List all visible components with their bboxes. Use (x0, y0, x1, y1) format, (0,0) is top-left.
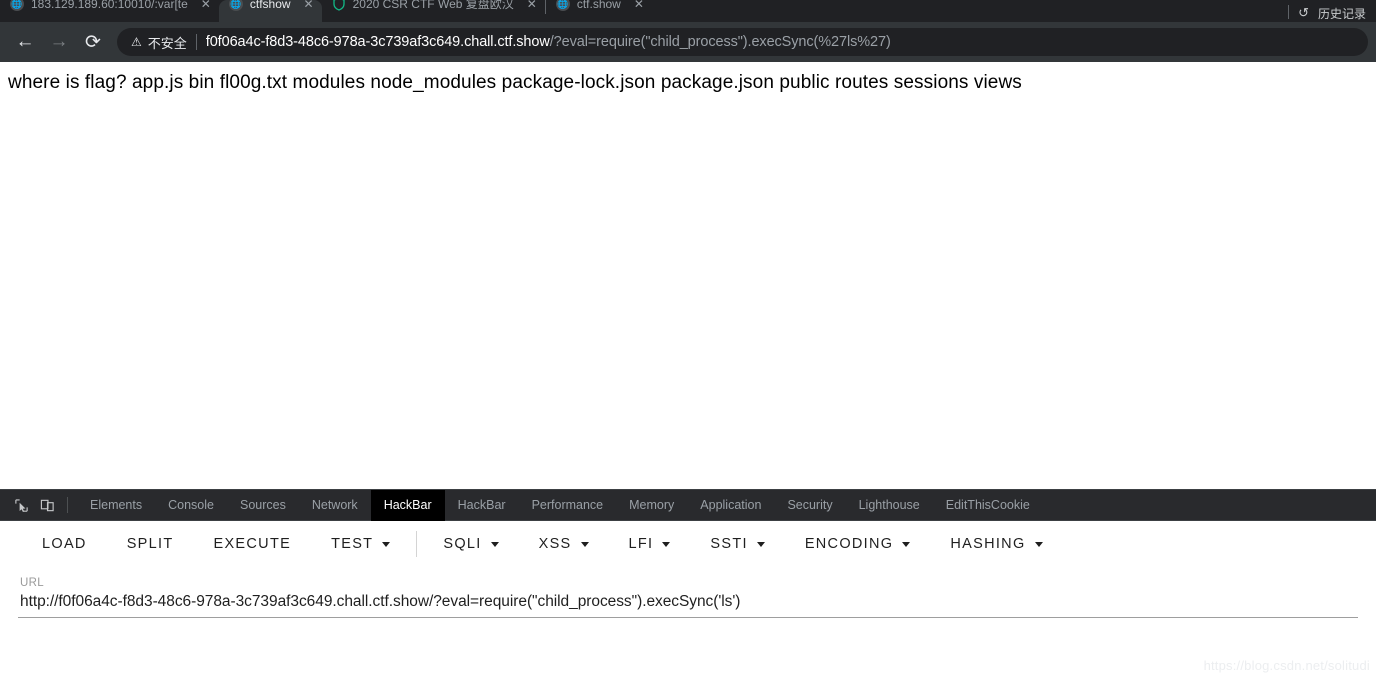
tab-close-icon[interactable]: ✕ (201, 0, 211, 11)
hackbar-url-label: URL (20, 577, 44, 589)
chevron-down-icon (382, 541, 391, 547)
security-indicator[interactable]: ⚠ 不安全 (131, 33, 187, 52)
devtools-tab-editthiscookie[interactable]: EditThisCookie (933, 490, 1043, 521)
chevron-down-icon (490, 541, 499, 547)
security-label: 不安全 (147, 35, 187, 51)
hackbar-toolbar: LOAD SPLIT EXECUTE TEST SQLI XSS LFI SST… (0, 521, 1376, 567)
chevron-down-icon (662, 541, 671, 547)
hackbar-xss-menu[interactable]: XSS (519, 527, 609, 561)
globe-icon: 🌐 (10, 0, 24, 11)
globe-icon: 🌐 (555, 0, 570, 11)
tab-title: ctf.show (576, 0, 621, 11)
hackbar-lfi-menu[interactable]: LFI (609, 527, 691, 561)
devtools-tab-performance[interactable]: Performance (519, 490, 617, 521)
devtools-tab-memory[interactable]: Memory (616, 490, 687, 521)
hackbar-execute-label: EXECUTE (213, 536, 292, 552)
warning-triangle-icon: ⚠ (131, 35, 142, 49)
hackbar-panel: LOAD SPLIT EXECUTE TEST SQLI XSS LFI SST… (0, 521, 1376, 681)
tab-close-icon[interactable]: ✕ (304, 0, 314, 11)
devtools-tab-lighthouse[interactable]: Lighthouse (846, 490, 933, 521)
omnibox-divider (195, 34, 197, 50)
hackbar-test-menu[interactable]: TEST (311, 527, 410, 561)
devtools-tabbar: Elements Console Sources Network HackBar… (0, 489, 1376, 521)
hackbar-split-button[interactable]: SPLIT (107, 527, 194, 561)
hackbar-url-input[interactable]: http://f0f06a4c-f8d3-48c6-978a-3c739af3c… (20, 593, 1356, 611)
hackbar-sqli-menu[interactable]: SQLI (423, 527, 518, 561)
devtools-tab-application[interactable]: Application (687, 490, 774, 521)
devtools-panel: Elements Console Sources Network HackBar… (0, 489, 1376, 681)
devtools-tab-console[interactable]: Console (155, 490, 227, 521)
history-icon: ↺ (1298, 5, 1309, 20)
browser-toolbar: ← → ⟳ ⚠ 不安全 f0f06a4c-f8d3-48c6-978a-3c73… (0, 22, 1376, 62)
chevron-down-icon (580, 541, 589, 547)
hackbar-load-button[interactable]: LOAD (22, 527, 107, 561)
url-path: /?eval=require("child_process").execSync… (549, 34, 891, 50)
devtools-toolbar-divider (67, 497, 68, 513)
back-button[interactable]: ← (8, 25, 42, 59)
hackbar-test-label: TEST (331, 536, 374, 552)
devtools-tab-hackbar[interactable]: HackBar (445, 490, 519, 521)
hackbar-xss-label: XSS (538, 536, 572, 552)
forward-button[interactable]: → (42, 25, 76, 59)
hackbar-url-field[interactable]: URL http://f0f06a4c-f8d3-48c6-978a-3c739… (0, 567, 1376, 611)
history-label[interactable]: 历史记录 (1318, 5, 1366, 22)
device-toolbar-icon[interactable] (34, 492, 60, 518)
hackbar-url-underline (18, 617, 1358, 618)
shield-icon (332, 0, 346, 11)
hackbar-hashing-menu[interactable]: HASHING (930, 527, 1062, 561)
page-viewport: where is flag? app.js bin fl00g.txt modu… (0, 62, 1376, 462)
hackbar-hashing-label: HASHING (950, 536, 1026, 552)
url-host: f0f06a4c-f8d3-48c6-978a-3c739af3c649.cha… (205, 34, 550, 50)
hackbar-sqli-label: SQLI (443, 536, 482, 552)
hackbar-toolbar-divider (416, 531, 418, 557)
browser-tab-1[interactable]: 🌐 183.129.189.60:10010/:var[te ✕ (0, 0, 219, 22)
tab-title: ctfshow (249, 0, 291, 11)
devtools-tab-sources[interactable]: Sources (227, 490, 299, 521)
hackbar-ssti-menu[interactable]: SSTI (690, 527, 784, 561)
watermark: https://blog.csdn.net/solitudi (1203, 658, 1370, 673)
browser-tab-2[interactable]: 🌐 ctfshow ✕ (218, 0, 322, 22)
tab-strip: 🌐 183.129.189.60:10010/:var[te ✕ 🌐 ctfsh… (0, 0, 1376, 22)
browser-tab-4[interactable]: 🌐 ctf.show ✕ (546, 0, 652, 22)
devtools-tab-network[interactable]: Network (299, 490, 371, 521)
hackbar-ssti-label: SSTI (710, 536, 748, 552)
reload-button[interactable]: ⟳ (76, 25, 110, 59)
devtools-tab-security[interactable]: Security (774, 490, 845, 521)
hackbar-load-label: LOAD (42, 536, 87, 552)
inspect-element-icon[interactable] (8, 492, 34, 518)
address-bar[interactable]: ⚠ 不安全 f0f06a4c-f8d3-48c6-978a-3c739af3c6… (117, 28, 1368, 56)
tab-title: 2020 CSR CTF Web 复盘欧汉 (352, 0, 514, 11)
devtools-tab-elements[interactable]: Elements (77, 490, 155, 521)
browser-chrome: 🌐 183.129.189.60:10010/:var[te ✕ 🌐 ctfsh… (0, 0, 1376, 62)
hackbar-lfi-label: LFI (628, 536, 654, 552)
tab-title: 183.129.189.60:10010/:var[te (31, 0, 188, 11)
globe-icon: 🌐 (228, 0, 243, 11)
page-body-text: where is flag? app.js bin fl00g.txt modu… (8, 72, 1022, 93)
hackbar-execute-button[interactable]: EXECUTE (193, 527, 311, 561)
devtools-tab-hackbar-active[interactable]: HackBar (370, 489, 445, 521)
chevron-down-icon (756, 541, 765, 547)
browser-tab-3[interactable]: 2020 CSR CTF Web 复盘欧汉 ✕ (322, 0, 545, 22)
hackbar-encoding-menu[interactable]: ENCODING (785, 527, 931, 561)
hackbar-split-label: SPLIT (126, 536, 174, 552)
tab-strip-right: ↺ 历史记录 (1288, 5, 1376, 22)
tab-close-icon[interactable]: ✕ (634, 0, 644, 11)
chevron-down-icon (1034, 541, 1043, 547)
chevron-down-icon (902, 541, 911, 547)
tab-divider (1288, 5, 1290, 19)
address-bar-url: f0f06a4c-f8d3-48c6-978a-3c739af3c649.cha… (206, 34, 891, 50)
tab-close-icon[interactable]: ✕ (527, 0, 537, 11)
hackbar-encoding-label: ENCODING (804, 536, 894, 552)
